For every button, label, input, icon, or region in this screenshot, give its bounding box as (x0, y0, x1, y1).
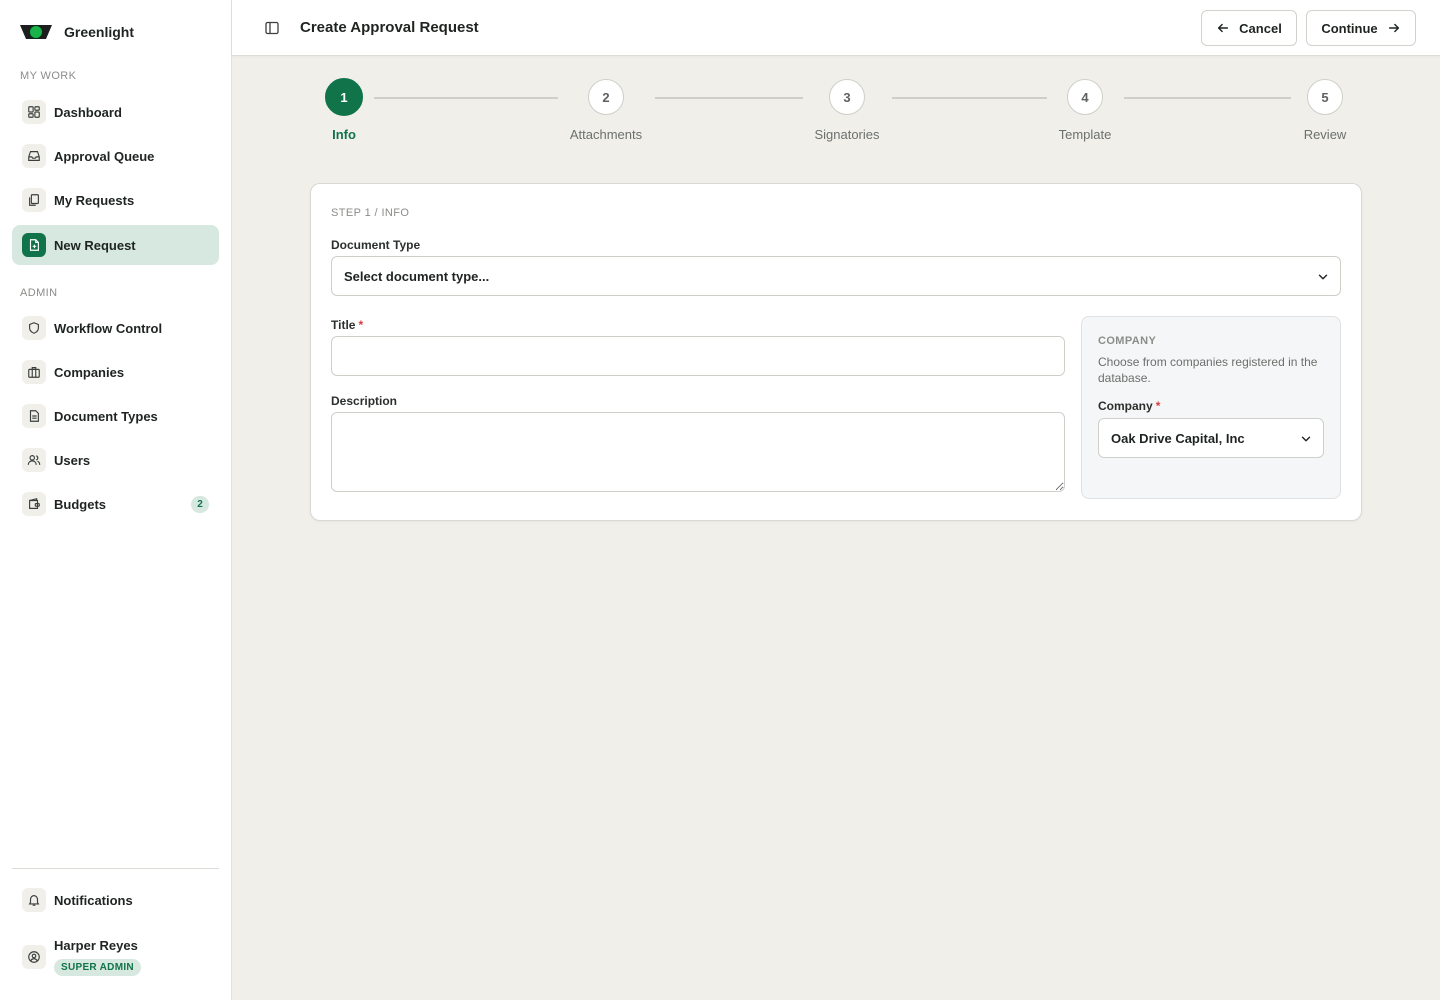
files-icon (22, 188, 46, 212)
sidebar-item-my-requests[interactable]: My Requests (12, 180, 219, 220)
briefcase-icon (22, 360, 46, 384)
document-type-label: Document Type (331, 238, 421, 252)
sidebar-item-new-request[interactable]: New Request (12, 225, 219, 265)
company-panel: COMPANY Choose from companies registered… (1081, 316, 1341, 499)
step-1-label: Info (332, 127, 356, 142)
cancel-label: Cancel (1239, 20, 1282, 36)
sidebar-item-notifications[interactable]: Notifications (12, 880, 219, 920)
step-connector (374, 97, 558, 99)
company-help-text: Choose from companies registered in the … (1098, 355, 1318, 385)
step-1-circle[interactable]: 1 (325, 78, 363, 116)
arrow-left-icon (1218, 23, 1229, 33)
step-4-label: Template (1058, 127, 1112, 142)
top-bar: Create Approval Request Cancel Continue (232, 0, 1440, 56)
company-label: Company * (1098, 399, 1160, 413)
sidebar: Greenlight MY WORK Dashboard Approval Qu… (0, 0, 232, 1000)
sidebar-item-approval-queue[interactable]: Approval Queue (12, 136, 219, 176)
step-3-label: Signatories (814, 127, 880, 142)
sidebar-item-label: Dashboard (54, 104, 122, 120)
title-label: Title * (331, 318, 363, 332)
file-plus-icon (22, 233, 46, 257)
document-type-value: Select document type... (344, 268, 490, 284)
document-type-select[interactable]: Select document type... (331, 256, 1341, 296)
title-label-text: Title (331, 318, 356, 332)
user-profile[interactable]: Harper Reyes SUPER ADMIN (12, 930, 219, 984)
document-icon (22, 404, 46, 428)
budgets-count-badge: 2 (191, 496, 209, 513)
step-2-label: Attachments (569, 127, 643, 142)
sidebar-item-users[interactable]: Users (12, 440, 219, 480)
wallet-icon (22, 492, 46, 516)
sidebar-item-label: Document Types (54, 408, 158, 424)
title-input[interactable] (331, 336, 1065, 376)
cancel-button[interactable]: Cancel (1201, 10, 1297, 46)
page-title: Create Approval Request (300, 19, 479, 36)
users-icon (22, 448, 46, 472)
step-5-label: Review (1303, 127, 1347, 142)
required-mark: * (1155, 399, 1161, 413)
continue-label: Continue (1321, 20, 1378, 36)
sidebar-item-document-types[interactable]: Document Types (12, 396, 219, 436)
inbox-icon (22, 144, 46, 168)
company-value: Oak Drive Capital, Inc (1111, 430, 1245, 446)
sidebar-item-companies[interactable]: Companies (12, 352, 219, 392)
sidebar-item-label: Budgets (54, 496, 106, 512)
request-info-card: STEP 1 / INFO Document Type Select docum… (310, 183, 1362, 521)
sidebar-item-budgets[interactable]: Budgets 2 (12, 484, 219, 524)
dashboard-icon (22, 100, 46, 124)
sidebar-item-label: Notifications (54, 892, 133, 908)
company-select[interactable]: Oak Drive Capital, Inc (1098, 418, 1324, 458)
step-3-circle[interactable]: 3 (829, 79, 865, 115)
sidebar-item-label: Companies (54, 364, 125, 380)
shield-icon (22, 316, 46, 340)
company-heading: COMPANY (1098, 335, 1157, 347)
bell-icon (22, 888, 46, 912)
sidebar-item-label: Users (54, 452, 91, 468)
required-mark: * (358, 318, 364, 332)
sidebar-item-label: Workflow Control (54, 320, 163, 336)
section-label-admin: ADMIN (20, 287, 58, 299)
brand[interactable]: Greenlight (20, 18, 134, 46)
section-label-my-work: MY WORK (20, 70, 77, 82)
company-label-text: Company (1098, 399, 1153, 413)
arrow-right-icon (1388, 23, 1399, 33)
user-avatar-icon (22, 945, 46, 969)
description-textarea[interactable] (331, 412, 1065, 492)
step-5-circle[interactable]: 5 (1307, 79, 1343, 115)
description-label: Description (331, 394, 398, 408)
chevron-down-icon (1318, 274, 1328, 280)
sidebar-item-label: Approval Queue (54, 148, 155, 164)
app-name: Greenlight (64, 24, 135, 40)
role-badge: SUPER ADMIN (54, 959, 141, 976)
sidebar-divider (12, 868, 219, 869)
step-connector (892, 97, 1047, 99)
sidebar-item-workflow-control[interactable]: Workflow Control (12, 308, 219, 348)
continue-button[interactable]: Continue (1306, 10, 1416, 46)
chevron-down-icon (1301, 436, 1311, 442)
step-kicker: STEP 1 / INFO (331, 207, 410, 219)
sidebar-item-dashboard[interactable]: Dashboard (12, 92, 219, 132)
step-4-circle[interactable]: 4 (1067, 79, 1103, 115)
traffic-light-logo-icon (20, 25, 52, 39)
sidebar-item-label: New Request (54, 237, 136, 253)
step-connector (655, 97, 803, 99)
step-connector (1124, 97, 1291, 99)
user-name: Harper Reyes (54, 938, 138, 953)
sidebar-item-label: My Requests (54, 192, 135, 208)
sidebar-toggle-icon[interactable] (262, 18, 282, 38)
step-2-circle[interactable]: 2 (588, 79, 624, 115)
